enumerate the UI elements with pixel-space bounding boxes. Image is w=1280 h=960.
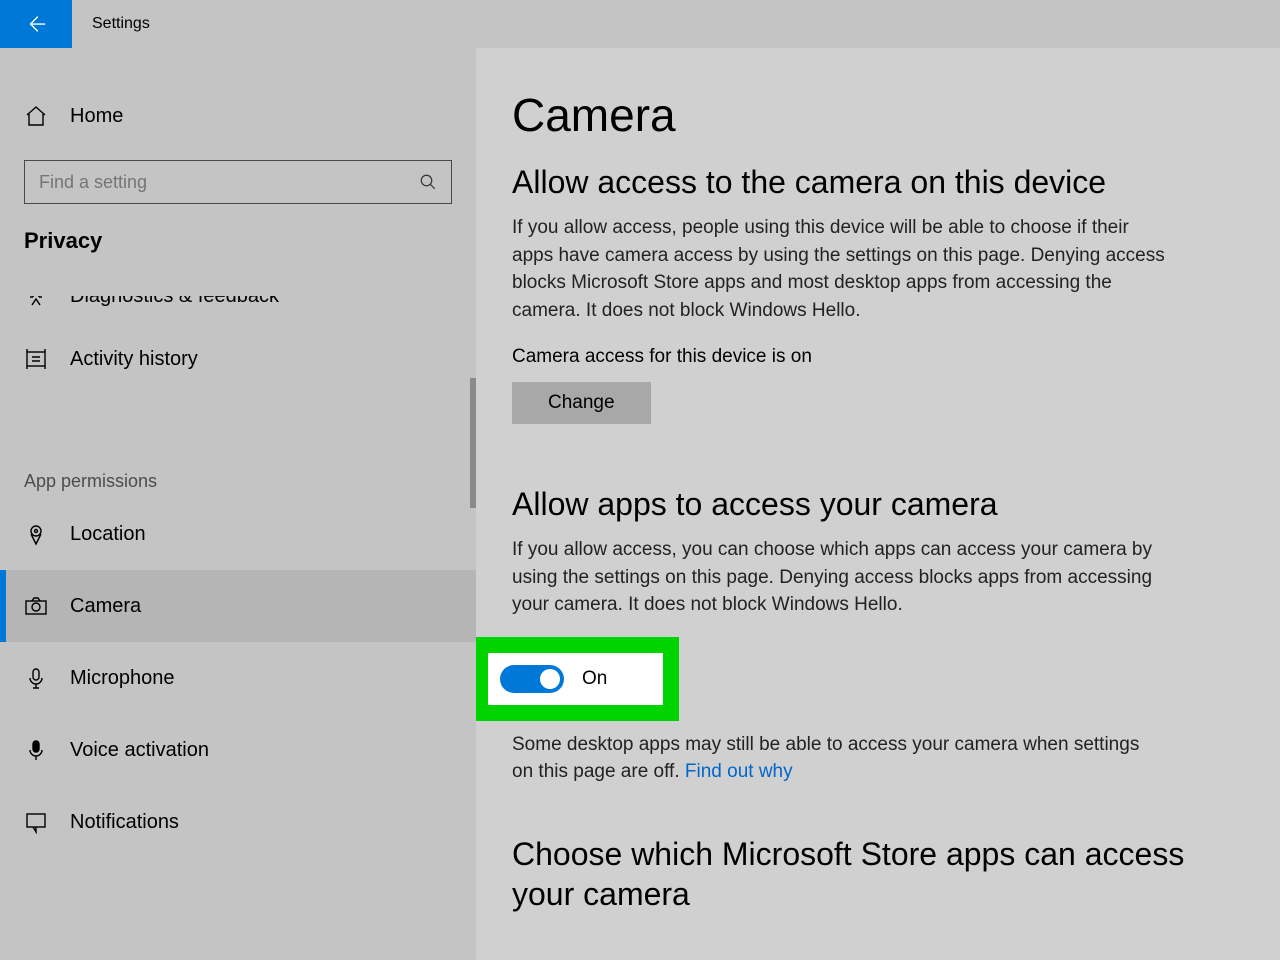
change-button[interactable]: Change [512, 382, 651, 424]
camera-icon [24, 594, 48, 618]
apps-access-toggle[interactable] [500, 665, 564, 693]
sidebar: Home Privacy Windows permissions Diagnos… [0, 48, 476, 960]
home-icon [24, 104, 48, 128]
search-icon [419, 173, 437, 191]
highlight-annotation: On [476, 637, 679, 721]
back-button[interactable] [0, 0, 72, 48]
sidebar-item-label: Camera [70, 595, 141, 618]
section-device-access-body: If you allow access, people using this d… [512, 214, 1172, 324]
sidebar-nav: Windows permissions Diagnostics & feedba… [0, 296, 476, 960]
sidebar-item-label: Location [70, 523, 146, 546]
sidebar-home[interactable]: Home [0, 80, 476, 152]
page-title: Camera [512, 88, 1220, 142]
arrow-left-icon [25, 13, 47, 35]
device-access-status: Camera access for this device is on [512, 346, 1220, 368]
sidebar-item-label: Voice activation [70, 739, 209, 762]
sidebar-item-camera[interactable]: Camera [0, 570, 476, 642]
section-device-access-heading: Allow access to the camera on this devic… [512, 162, 1220, 202]
desktop-apps-note: Some desktop apps may still be able to a… [512, 731, 1152, 786]
sidebar-item-label: Diagnostics & feedback [70, 296, 279, 308]
content: Home Privacy Windows permissions Diagnos… [0, 48, 1280, 960]
notifications-icon [24, 810, 48, 834]
sidebar-item-label: Notifications [70, 811, 179, 834]
section-apps-access-heading: Allow apps to access your camera [512, 484, 1220, 524]
sidebar-item-label: Activity history [70, 348, 198, 371]
note-text: Some desktop apps may still be able to a… [512, 734, 1139, 783]
main-panel: Camera Allow access to the camera on thi… [476, 48, 1280, 960]
sidebar-item-notifications[interactable]: Notifications [0, 786, 476, 858]
diagnostics-icon [24, 296, 48, 309]
section-apps-access-body: If you allow access, you can choose whic… [512, 536, 1172, 619]
history-icon [24, 347, 48, 371]
search-input[interactable] [39, 172, 419, 193]
sidebar-item-voice-activation[interactable]: Voice activation [0, 714, 476, 786]
voice-icon [24, 738, 48, 762]
find-out-why-link[interactable]: Find out why [685, 761, 793, 782]
search-box[interactable] [24, 160, 452, 204]
microphone-icon [24, 666, 48, 690]
sidebar-item-activity-history[interactable]: Activity history [0, 323, 476, 395]
location-icon [24, 522, 48, 546]
sidebar-item-diagnostics[interactable]: Diagnostics & feedback [0, 296, 476, 323]
titlebar: Settings [0, 0, 1280, 48]
window-title: Settings [72, 15, 150, 33]
sidebar-item-label: Microphone [70, 667, 175, 690]
section-store-apps-heading: Choose which Microsoft Store apps can ac… [512, 834, 1220, 914]
sidebar-category: Privacy [0, 204, 476, 254]
group-app-permissions: App permissions [0, 471, 476, 492]
sidebar-home-label: Home [70, 105, 123, 128]
toggle-state-label: On [582, 668, 607, 690]
sidebar-item-location[interactable]: Location [0, 498, 476, 570]
sidebar-item-microphone[interactable]: Microphone [0, 642, 476, 714]
